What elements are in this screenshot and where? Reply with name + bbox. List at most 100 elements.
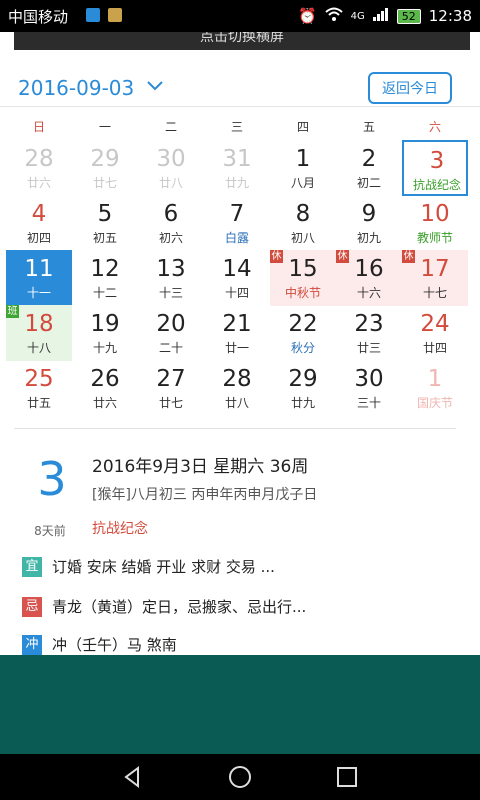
chong-row[interactable]: 冲 冲（壬午）马 煞南 — [22, 634, 177, 655]
day-number: 30 — [156, 146, 186, 172]
calendar-day[interactable]: 28 廿六 — [6, 140, 72, 196]
day-lunar-label: 初四 — [26, 231, 51, 245]
day-lunar-label: 初五 — [92, 231, 117, 245]
day-lunar-label: 国庆节 — [416, 396, 453, 410]
ji-tag: 忌 — [22, 596, 42, 617]
gregorian-date-line: 2016年9月3日 星期六 36周 — [92, 457, 309, 477]
calendar-day[interactable]: 30 三十 — [336, 360, 402, 416]
day-lunar-label: 十四 — [224, 286, 249, 300]
calendar-day[interactable]: 29 廿九 — [270, 360, 336, 416]
home-icon[interactable] — [227, 764, 253, 790]
day-lunar-label: 初六 — [158, 231, 183, 245]
day-number: 19 — [90, 311, 120, 337]
calendar-day[interactable]: 11 十一 — [6, 250, 72, 306]
day-number: 31 — [222, 146, 252, 172]
wifi-icon — [324, 7, 343, 25]
day-lunar-label: 八月 — [290, 176, 315, 190]
status-right: ⏰ 4G 52 12:38 — [298, 4, 472, 28]
day-number: 11 — [24, 256, 54, 282]
calendar-grid: 28 廿六 29 廿七 30 廿八 31 廿九 1 八月 2 初二 3 抗战纪念 4 初四 5 初五 6 初六 7 白露 8… — [6, 140, 468, 420]
date-picker[interactable]: 2016-09-03 — [18, 76, 134, 100]
days-ago: 8天前 — [34, 524, 66, 538]
calendar-day[interactable]: 班 18 十八 — [6, 305, 72, 361]
status-bar: 中国移动 ⏰ 4G 52 12:38 — [0, 0, 480, 32]
calendar-day[interactable]: 8 初八 — [270, 195, 336, 251]
signal-icon — [372, 7, 389, 25]
calendar-day[interactable]: 21 廿一 — [204, 305, 270, 361]
calendar-day[interactable]: 休 16 十六 — [336, 250, 402, 306]
weekday-wed: 三 — [230, 120, 243, 134]
day-lunar-label: 廿七 — [92, 176, 117, 190]
calendar-day[interactable]: 20 二十 — [138, 305, 204, 361]
calendar-day[interactable]: 27 廿七 — [138, 360, 204, 416]
day-number: 2 — [361, 146, 377, 172]
calendar-day[interactable]: 28 廿八 — [204, 360, 270, 416]
day-number: 24 — [420, 311, 450, 337]
calendar-day[interactable]: 7 白露 — [204, 195, 270, 251]
day-number: 15 — [288, 256, 318, 282]
day-lunar-label: 白露 — [224, 231, 249, 245]
calendar-day[interactable]: 2 初二 — [336, 140, 402, 196]
day-lunar-label: 十九 — [92, 341, 117, 355]
calendar-day[interactable]: 30 廿八 — [138, 140, 204, 196]
calendar-day[interactable]: 23 廿三 — [336, 305, 402, 361]
day-number: 29 — [90, 146, 120, 172]
day-lunar-label: 廿八 — [158, 176, 183, 190]
day-number: 26 — [90, 366, 120, 392]
selected-day-number: 3 — [37, 452, 67, 506]
alarm-icon: ⏰ — [297, 7, 317, 25]
calendar-day[interactable]: 1 国庆节 — [402, 360, 468, 416]
calendar-day[interactable]: 9 初九 — [336, 195, 402, 251]
calendar-day[interactable]: 12 十二 — [72, 250, 138, 306]
calendar-day[interactable]: 13 十三 — [138, 250, 204, 306]
calendar-day[interactable]: 4 初四 — [6, 195, 72, 251]
gallery-notification-icon — [108, 8, 122, 22]
calendar-day[interactable]: 22 秋分 — [270, 305, 336, 361]
calendar-day[interactable]: 31 廿九 — [204, 140, 270, 196]
recents-icon[interactable] — [334, 764, 360, 790]
yi-tag: 宜 — [22, 556, 42, 577]
calendar-day[interactable]: 25 廿五 — [6, 360, 72, 416]
day-number: 28 — [24, 146, 54, 172]
rotate-screen-banner[interactable]: 点击切换横屏 — [14, 32, 470, 50]
chevron-down-icon[interactable] — [146, 76, 164, 97]
calendar-day[interactable]: 24 廿四 — [402, 305, 468, 361]
bottom-panel — [0, 655, 480, 754]
day-lunar-label: 廿五 — [26, 396, 51, 410]
calendar-day[interactable]: 29 廿七 — [72, 140, 138, 196]
yi-row[interactable]: 宜 订婚 安床 结婚 开业 求财 交易 ... — [22, 556, 275, 577]
calendar-day[interactable]: 6 初六 — [138, 195, 204, 251]
day-lunar-label: 三十 — [356, 396, 381, 410]
calendar-day[interactable]: 5 初五 — [72, 195, 138, 251]
battery-icon: 52 — [396, 8, 421, 24]
calendar-day[interactable]: 休 15 中秋节 — [270, 250, 336, 306]
calendar-day[interactable]: 休 17 十七 — [402, 250, 468, 306]
clock: 12:38 — [428, 7, 472, 25]
day-number: 1 — [295, 146, 311, 172]
back-to-today-button[interactable]: 返回今日 — [368, 72, 452, 104]
day-lunar-label: 中秋节 — [284, 286, 321, 300]
day-lunar-label: 廿七 — [158, 396, 183, 410]
chong-tag: 冲 — [22, 634, 42, 655]
calendar-day[interactable]: 1 八月 — [270, 140, 336, 196]
day-number: 9 — [361, 201, 377, 227]
day-lunar-label: 廿四 — [422, 341, 447, 355]
calendar-day[interactable]: 10 教师节 — [402, 195, 468, 251]
calendar-day[interactable]: 26 廿六 — [72, 360, 138, 416]
day-number: 20 — [156, 311, 186, 337]
weekday-header: 日 一 二 三 四 五 六 — [6, 118, 468, 134]
day-number: 27 — [156, 366, 186, 392]
network-type: 4G — [350, 10, 365, 22]
navigation-bar — [0, 754, 480, 800]
calendar-day[interactable]: 3 抗战纪念 — [402, 140, 468, 196]
back-icon[interactable] — [120, 764, 146, 790]
ji-row[interactable]: 忌 青龙（黄道）定日，忌搬家、忌出行... — [22, 596, 306, 617]
day-number: 16 — [354, 256, 384, 282]
day-number: 28 — [222, 366, 252, 392]
carrier-name: 中国移动 — [8, 8, 69, 26]
day-number: 14 — [222, 256, 252, 282]
weekday-fri: 五 — [362, 120, 375, 134]
calendar-day[interactable]: 19 十九 — [72, 305, 138, 361]
calendar-day[interactable]: 14 十四 — [204, 250, 270, 306]
day-lunar-label: 教师节 — [416, 231, 453, 245]
